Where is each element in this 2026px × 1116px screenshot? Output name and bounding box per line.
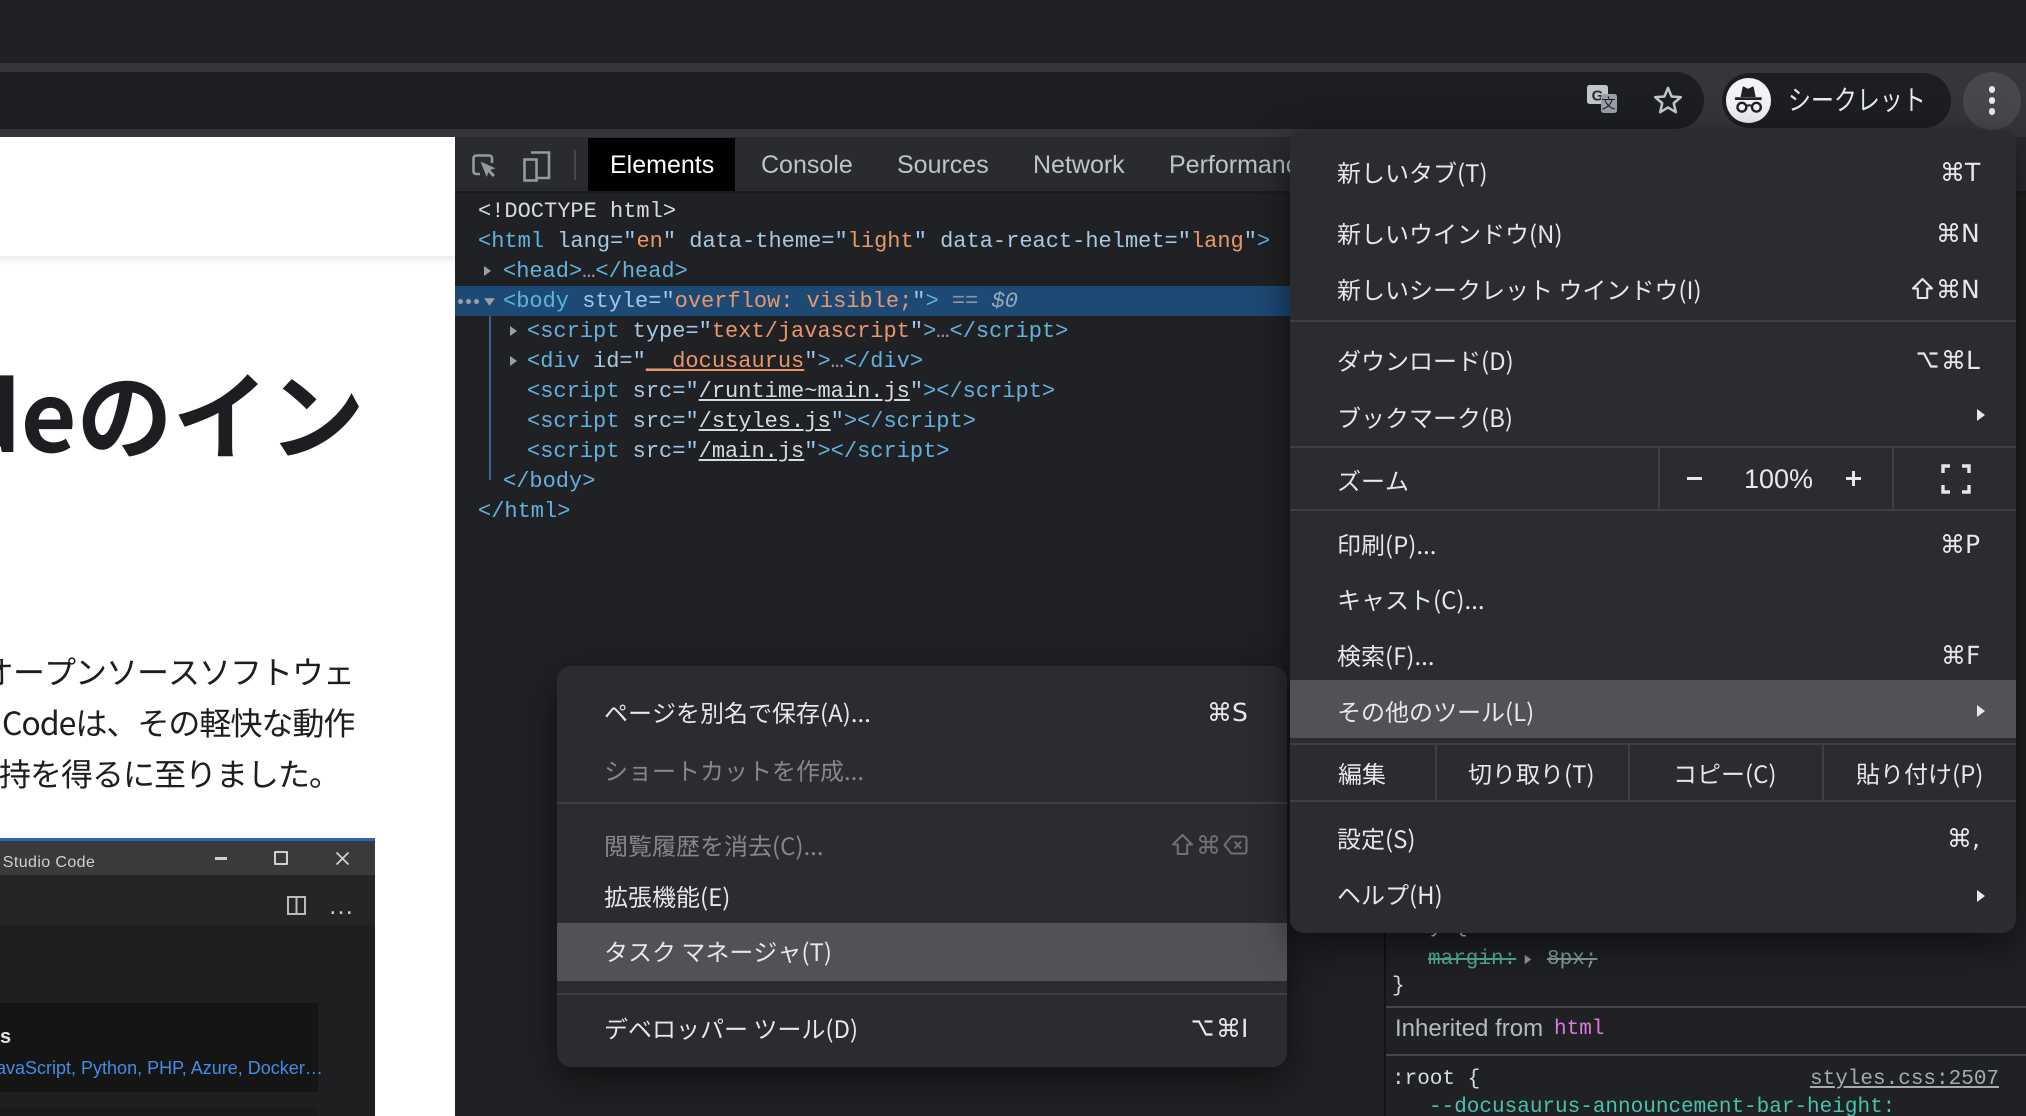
svg-text:文: 文 [1602, 96, 1616, 112]
